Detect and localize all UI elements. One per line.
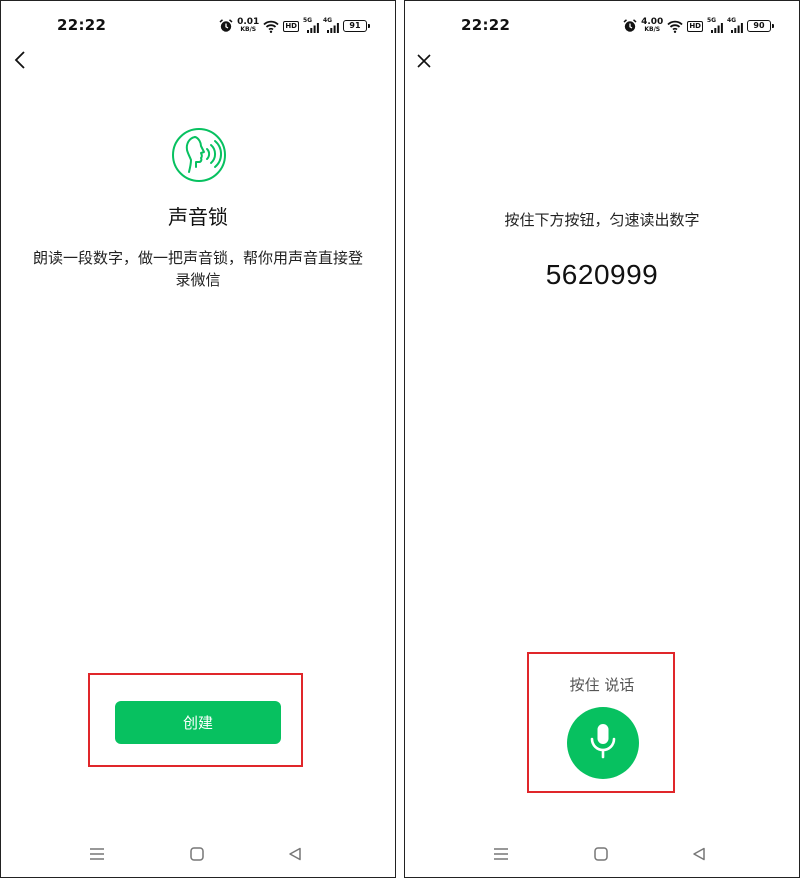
passphrase-number: 5620999 [545, 259, 659, 290]
alarm-icon [623, 19, 637, 33]
close-icon [417, 53, 431, 72]
speed-value: 0.01 [237, 17, 260, 27]
home-button[interactable] [185, 845, 209, 865]
speed-value: 4.00 [641, 17, 664, 27]
hold-to-talk-label: 按住 说话 [569, 676, 635, 694]
battery-indicator: 91 [343, 20, 370, 32]
home-square-icon [594, 846, 608, 865]
hd-badge: HD [687, 20, 703, 32]
menu-button[interactable] [85, 845, 109, 865]
microphone-icon [588, 722, 618, 764]
status-time: 22:22 [461, 16, 511, 34]
menu-icon [493, 846, 509, 865]
home-square-icon [190, 846, 204, 865]
status-icons: 0.01 KB/S HD 5G 4G 91 [219, 16, 370, 36]
page-description: 朗读一段数字，做一把声音锁，帮你用声音直接登录微信 [32, 249, 363, 289]
back-chevron-icon [14, 51, 26, 73]
bottom-navigation [405, 841, 799, 869]
bottom-navigation [1, 841, 395, 869]
signal-4g-icon: 4G [323, 17, 339, 33]
system-back-button[interactable] [283, 845, 307, 865]
voice-lock-record-screen: 22:22 4.00 KB/S HD 5G 4G 90 按住下方按钮，匀速读出数… [404, 0, 800, 878]
status-icons: 4.00 KB/S HD 5G 4G 90 [623, 16, 774, 36]
close-button[interactable] [409, 49, 439, 75]
menu-button[interactable] [489, 845, 513, 865]
menu-icon [89, 846, 105, 865]
home-button[interactable] [589, 845, 613, 865]
network-speed: 0.01 KB/S [237, 18, 259, 34]
back-triangle-icon [288, 846, 302, 865]
signal-5g-icon: 5G [303, 17, 319, 33]
status-time: 22:22 [57, 16, 107, 34]
hd-badge: HD [283, 20, 299, 32]
battery-indicator: 90 [747, 20, 774, 32]
voice-face-icon [171, 127, 227, 183]
page-title: 声音锁 [168, 205, 228, 229]
alarm-icon [219, 19, 233, 33]
voice-lock-intro-screen: 22:22 0.01 KB/S HD 5G 4G 91 声音锁 朗读一段数字，做… [0, 0, 396, 878]
instruction-text: 按住下方按钮，匀速读出数字 [504, 211, 700, 229]
wifi-icon [263, 20, 279, 33]
back-button[interactable] [5, 49, 35, 75]
network-speed: 4.00 KB/S [641, 18, 663, 34]
signal-5g-icon: 5G [707, 17, 723, 33]
create-button[interactable]: 创建 [115, 701, 281, 744]
back-triangle-icon [692, 846, 706, 865]
status-bar: 22:22 0.01 KB/S HD 5G 4G 91 [1, 1, 395, 51]
speed-unit: KB/S [240, 26, 257, 33]
signal-4g-icon: 4G [727, 17, 743, 33]
speed-unit: KB/S [644, 26, 661, 33]
status-bar: 22:22 4.00 KB/S HD 5G 4G 90 [405, 1, 799, 51]
wifi-icon [667, 20, 683, 33]
system-back-button[interactable] [687, 845, 711, 865]
hold-to-talk-button[interactable] [567, 707, 639, 779]
